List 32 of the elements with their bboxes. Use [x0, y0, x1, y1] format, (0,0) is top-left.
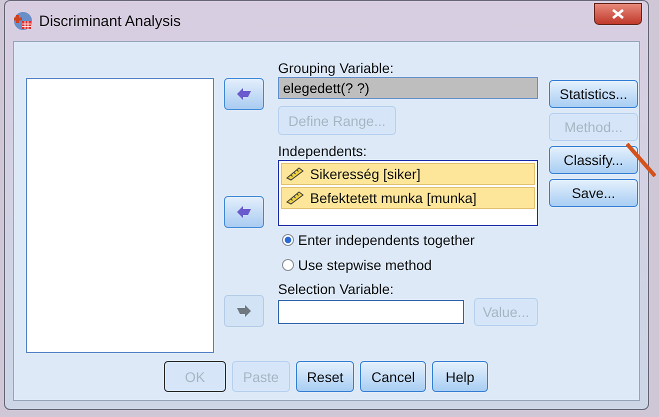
dialog-button[interactable]: Reset — [296, 361, 354, 392]
window-title: Discriminant Analysis — [39, 12, 181, 30]
independents-list[interactable]: Sikeresség [siker] Befektetett munka [munka] — [278, 160, 538, 226]
field-label: Selection Variable: — [278, 281, 395, 298]
radio-label: Enter independents together — [298, 232, 475, 248]
dialog-button[interactable]: Cancel — [360, 361, 426, 392]
selection-variable-field[interactable] — [278, 300, 464, 324]
close-icon — [612, 9, 624, 19]
list-item[interactable]: Sikeresség [siker] — [281, 163, 535, 185]
dialog-button[interactable]: Save... — [549, 179, 638, 207]
grouping-variable-field[interactable]: elegedett(? ?) — [278, 77, 538, 99]
radio-button[interactable] — [282, 234, 294, 246]
app-icon — [13, 11, 33, 31]
left-arrow-icon — [236, 206, 252, 218]
list-item-text: Sikeresség [siker] — [310, 166, 420, 182]
field-label: Grouping Variable: — [278, 60, 395, 77]
close-button[interactable] — [594, 3, 642, 25]
dialog-button[interactable]: Help — [432, 361, 488, 392]
ruler-icon — [286, 191, 304, 205]
radio-label: Use stepwise method — [298, 257, 432, 273]
list-item[interactable]: Befektetett munka [munka] — [281, 187, 535, 209]
annotation-line — [626, 143, 656, 177]
ruler-icon — [286, 167, 304, 181]
dialog-button[interactable]: Classify... — [549, 146, 638, 174]
move-arrow-button[interactable] — [224, 196, 264, 228]
move-arrow-button[interactable] — [224, 78, 264, 110]
radio-button[interactable] — [282, 259, 294, 271]
list-item-text: Befektetett munka [munka] — [310, 190, 477, 206]
dialog-button[interactable]: Statistics... — [549, 80, 638, 108]
left-arrow-icon — [236, 88, 252, 100]
field-label: Independents: — [278, 143, 368, 160]
right-arrow-icon — [236, 305, 252, 317]
